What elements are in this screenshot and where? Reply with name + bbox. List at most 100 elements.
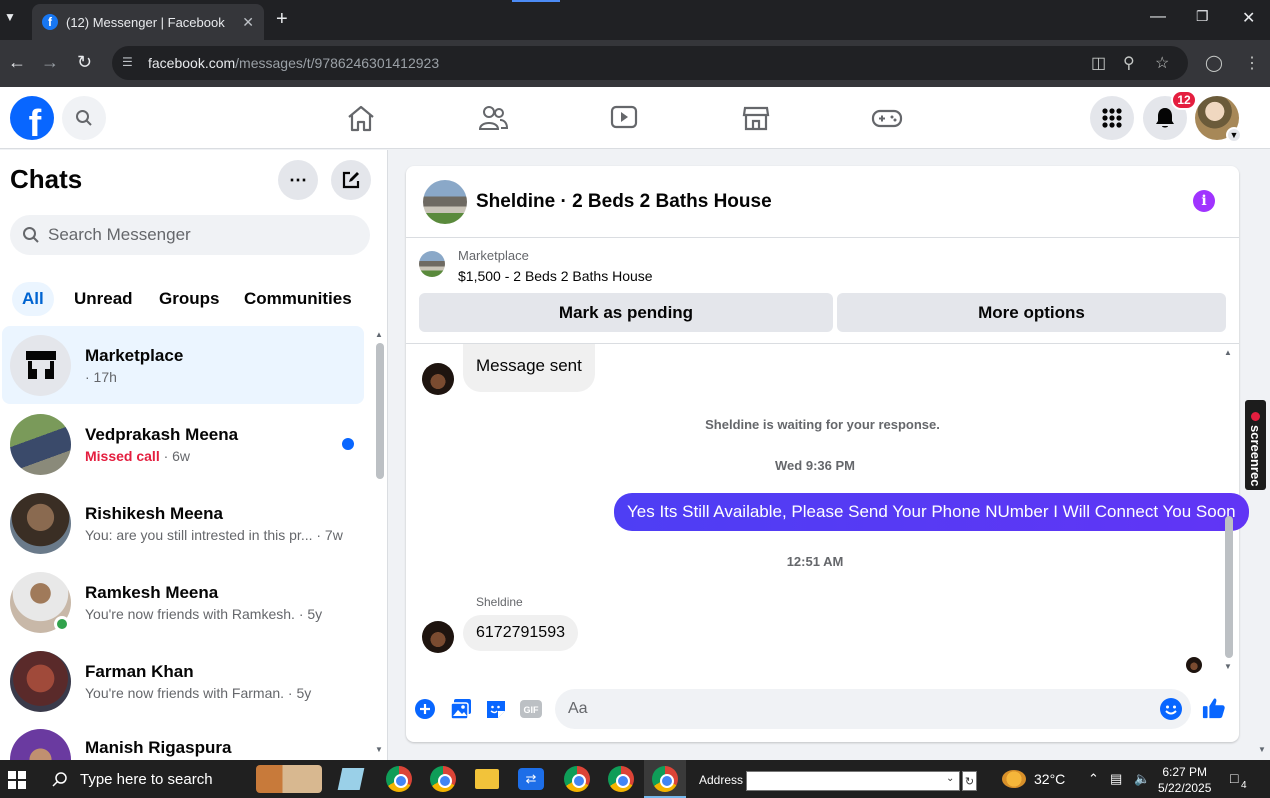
taskbar-clock[interactable]: 6:27 PM 5/22/2025 xyxy=(1158,764,1211,796)
network-icon[interactable]: ▤ xyxy=(1110,771,1122,787)
search-input[interactable] xyxy=(48,225,348,245)
sticker-button[interactable] xyxy=(484,697,508,721)
marketplace-avatar xyxy=(10,334,71,396)
chat-options-button[interactable]: ⋯ xyxy=(278,160,318,200)
tab-search-icon[interactable]: ▼ xyxy=(4,10,16,24)
date: 5/22/2025 xyxy=(1158,781,1212,795)
listing-title[interactable]: $1,500 - 2 Beds 2 Baths House xyxy=(458,268,653,284)
page-scroll-down-icon[interactable]: ▼ xyxy=(1258,745,1266,754)
restore-icon[interactable]: ❐ xyxy=(1196,8,1209,25)
filter-groups[interactable]: Groups xyxy=(149,282,229,316)
nav-friends[interactable] xyxy=(473,101,513,135)
sidebar-scrollbar[interactable] xyxy=(376,343,384,479)
conversation-scrollbar[interactable] xyxy=(1225,516,1233,658)
folder-app-icon[interactable] xyxy=(475,769,499,789)
notes-app-icon[interactable] xyxy=(337,768,365,790)
volume-icon[interactable]: 🔈 xyxy=(1134,771,1150,787)
chevron-down-icon[interactable]: ▼ xyxy=(1226,127,1242,143)
menu-kebab-icon[interactable]: ⋮ xyxy=(1244,53,1260,73)
bookmark-star-icon[interactable]: ☆ xyxy=(1155,53,1169,73)
close-tab-icon[interactable]: ✕ xyxy=(242,14,254,31)
more-options-button[interactable]: More options xyxy=(837,293,1226,332)
filter-communities[interactable]: Communities xyxy=(234,282,362,316)
taskbar-search[interactable]: Type here to search xyxy=(40,760,246,798)
chrome-app-icon[interactable] xyxy=(430,766,456,792)
new-message-button[interactable] xyxy=(331,160,371,200)
nav-home[interactable] xyxy=(341,101,381,135)
reload-icon[interactable]: ↻ xyxy=(77,52,92,73)
missed-call-label: Missed call xyxy=(85,447,160,464)
chrome-app-icon[interactable] xyxy=(652,766,678,792)
filter-all[interactable]: All xyxy=(12,282,54,316)
new-tab-button[interactable]: + xyxy=(276,8,288,31)
minimize-icon[interactable]: — xyxy=(1150,8,1166,26)
nav-video[interactable] xyxy=(604,101,644,135)
messenger-search[interactable] xyxy=(10,215,370,255)
like-button[interactable] xyxy=(1202,696,1226,720)
search-icon xyxy=(76,110,92,126)
close-window-icon[interactable]: ✕ xyxy=(1242,8,1255,28)
incoming-message[interactable]: 6172791593 xyxy=(463,615,578,651)
info-icon[interactable]: i xyxy=(1193,190,1215,212)
filter-unread[interactable]: Unread xyxy=(64,282,143,316)
outgoing-message[interactable]: Yes Its Still Available, Please Send You… xyxy=(614,493,1249,531)
scroll-up-icon[interactable]: ▲ xyxy=(1224,348,1232,357)
scroll-down-icon[interactable]: ▼ xyxy=(375,745,383,754)
chevron-down-icon[interactable]: ⌄ xyxy=(946,773,954,784)
browser-tab[interactable]: f (12) Messenger | Facebook ✕ xyxy=(32,4,264,40)
chat-item-vedprakash[interactable]: Vedprakash Meena Missed call · 6w xyxy=(2,405,364,483)
weather-sun-icon[interactable] xyxy=(1002,770,1026,788)
chat-item-manish[interactable]: Manish Rigaspura xyxy=(2,721,364,760)
message-input[interactable] xyxy=(568,700,1128,718)
url-domain: facebook.com xyxy=(148,55,236,71)
tray-expand-icon[interactable]: ⌃ xyxy=(1088,771,1099,787)
chat-item-farman[interactable]: Farman Khan You're now friends with Farm… xyxy=(2,642,364,720)
listing-thumbnail[interactable] xyxy=(419,251,445,277)
chrome-app-icon[interactable] xyxy=(386,766,412,792)
gif-button[interactable]: GIF xyxy=(519,697,543,721)
scroll-down-icon[interactable]: ▼ xyxy=(1224,662,1232,671)
zoom-icon[interactable]: ⚲ xyxy=(1123,53,1135,73)
start-button[interactable] xyxy=(8,771,26,794)
site-info-icon[interactable]: ☰ xyxy=(122,55,133,69)
message-composer[interactable] xyxy=(555,689,1191,729)
temperature[interactable]: 32°C xyxy=(1034,771,1065,787)
notification-center-icon[interactable]: □ xyxy=(1230,770,1238,786)
message-bubble[interactable]: Message sent xyxy=(463,344,595,392)
more-actions-button[interactable] xyxy=(413,697,437,721)
chat-preview: You're now friends with Ramkesh. · 5y xyxy=(85,605,323,622)
screenrec-widget[interactable]: screenrec xyxy=(1245,400,1266,490)
chat-preview: You: are you still intrested in this pr.… xyxy=(85,526,343,543)
address-bar[interactable]: facebook.com/messages/t/9786246301412923 xyxy=(112,46,1188,80)
forward-icon[interactable]: → xyxy=(41,52,59,73)
fb-search-button[interactable] xyxy=(62,96,106,140)
go-refresh-icon[interactable]: ↻ xyxy=(962,771,977,791)
scroll-up-icon[interactable]: ▲ xyxy=(375,330,383,339)
facebook-logo-icon[interactable]: f xyxy=(10,96,54,140)
address-toolbar-input[interactable] xyxy=(746,771,960,791)
windows-logo-icon xyxy=(8,771,26,789)
svg-text:GIF: GIF xyxy=(524,705,540,715)
timestamp: 12:51 AM xyxy=(786,554,844,569)
avatar xyxy=(10,571,71,633)
menu-button[interactable] xyxy=(1090,96,1134,140)
nav-gaming[interactable] xyxy=(867,101,907,135)
profile-icon[interactable]: ◯ xyxy=(1205,53,1223,73)
remote-desktop-app-icon[interactable]: ⇄ xyxy=(518,768,544,790)
chat-item-marketplace[interactable]: Marketplace · 17h xyxy=(2,326,364,404)
bell-icon xyxy=(1156,108,1174,128)
mark-pending-button[interactable]: Mark as pending xyxy=(419,293,833,332)
chrome-app-icon[interactable] xyxy=(564,766,590,792)
conversation-header[interactable]: Sheldine · 2 Beds 2 Baths House xyxy=(406,166,1239,238)
attach-photo-button[interactable] xyxy=(449,697,473,721)
chat-item-ramkesh[interactable]: Ramkesh Meena You're now friends with Ra… xyxy=(2,563,364,641)
file-explorer-app-icon[interactable] xyxy=(256,765,322,793)
store-icon xyxy=(25,351,56,379)
chrome-app-icon[interactable] xyxy=(608,766,634,792)
back-icon[interactable]: ← xyxy=(8,52,26,73)
nav-marketplace[interactable] xyxy=(736,101,776,135)
emoji-icon xyxy=(1160,698,1182,720)
chat-item-rishikesh[interactable]: Rishikesh Meena You: are you still intre… xyxy=(2,484,364,562)
install-app-icon[interactable]: ◫ xyxy=(1091,53,1106,73)
emoji-button[interactable] xyxy=(1159,697,1183,721)
